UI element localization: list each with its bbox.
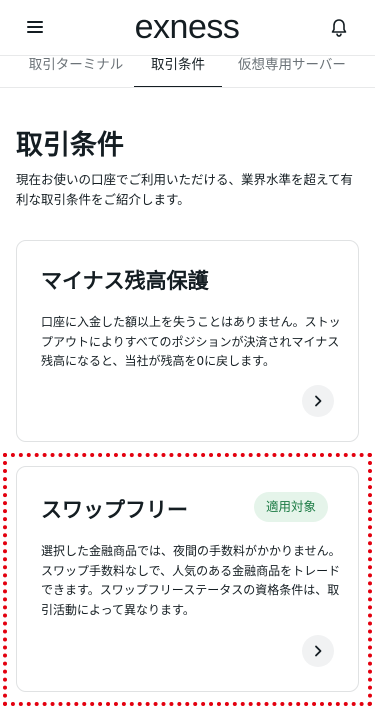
chevron-right-icon: [315, 645, 322, 657]
card-arrow-button[interactable]: [302, 385, 334, 417]
page-title: 取引条件: [16, 130, 124, 161]
swap-free-card[interactable]: スワップフリー 適用対象 選択した金融商品では、夜間の手数料がかかりません。スワ…: [16, 466, 359, 692]
card-arrow-button[interactable]: [302, 635, 334, 667]
negative-balance-protection-card[interactable]: マイナス残高保護 口座に入金した額以上を失うことはありません。ストップアウトによ…: [16, 240, 359, 442]
eligible-badge: 適用対象: [254, 492, 329, 522]
page-intro: 現在お使いの口座でご利用いただける、業界水準を超えて有利な取引条件をご紹介します…: [16, 172, 353, 207]
bell-icon[interactable]: [330, 18, 348, 38]
card-title: マイナス残高保護: [41, 269, 209, 293]
card-title: スワップフリー: [41, 498, 188, 522]
hamburger-menu-icon[interactable]: [27, 20, 45, 36]
chevron-right-icon: [315, 395, 322, 407]
exness-logo[interactable]: exness: [112, 6, 262, 48]
card-description: 選択した金融商品では、夜間の手数料がかかりません。スワップ手数料なしで、人気のあ…: [41, 544, 341, 617]
top-header: exness: [0, 0, 375, 56]
tab-trading-terminal[interactable]: 取引ターミナル: [26, 56, 126, 87]
section-tabs: 取引ターミナル 取引条件 仮想専用サーバー: [0, 56, 375, 88]
card-description: 口座に入金した額以上を失うことはありません。ストップアウトによりすべてのポジショ…: [41, 315, 341, 368]
tab-trading-conditions[interactable]: 取引条件: [134, 56, 222, 87]
tab-vps[interactable]: 仮想専用サーバー: [230, 56, 360, 87]
